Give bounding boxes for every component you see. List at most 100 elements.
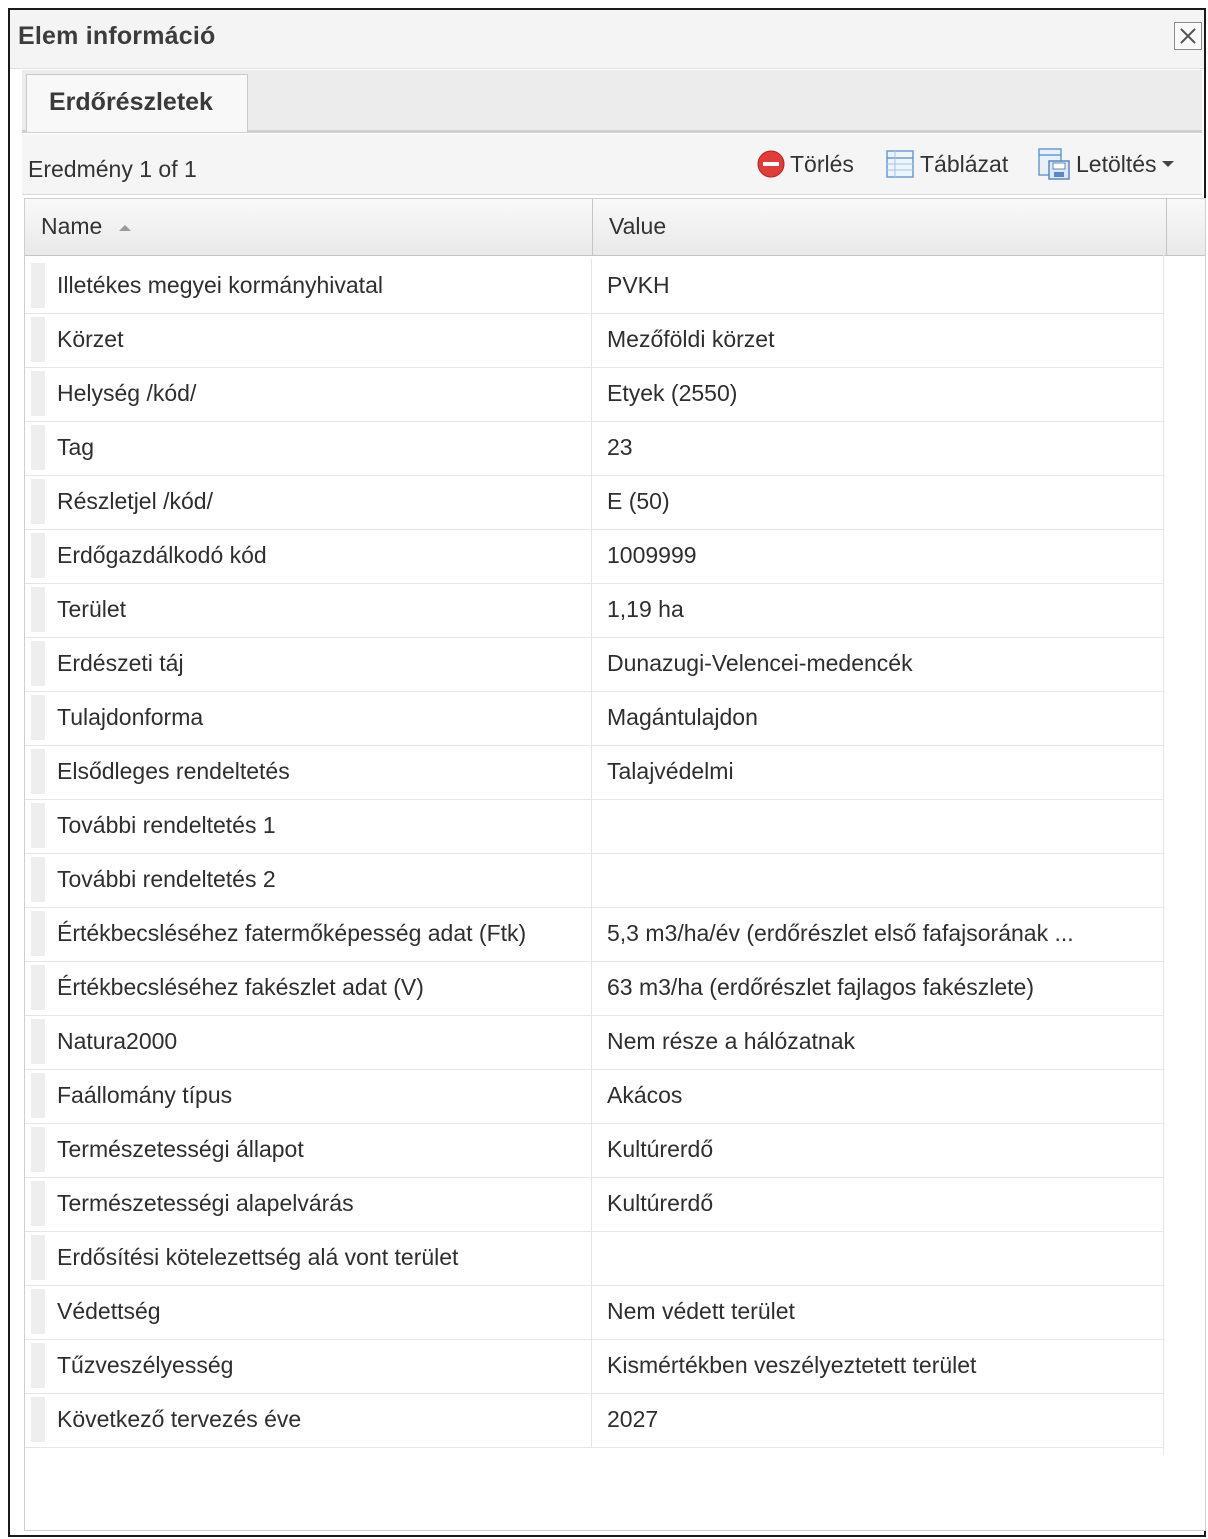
column-divider	[591, 421, 592, 475]
row-marker	[31, 857, 45, 902]
table-row[interactable]: Erdészeti táj Dunazugi-Velencei-medencék	[25, 637, 1163, 692]
table-row[interactable]: Elsődleges rendeltetés Talajvédelmi	[25, 745, 1163, 800]
row-marker	[31, 263, 45, 308]
row-value-cell: 23	[607, 434, 633, 460]
row-marker	[31, 1127, 45, 1172]
element-info-window: Elem információ Erdőrészletek Eredmény 1…	[8, 8, 1206, 1537]
row-name-cell: Védettség	[57, 1298, 161, 1324]
download-button[interactable]: Letöltés	[1036, 148, 1175, 180]
result-count: Eredmény 1 of 1	[28, 156, 197, 182]
row-value-cell: 2027	[607, 1406, 659, 1432]
column-header-value[interactable]: Value	[593, 199, 1167, 255]
table-row[interactable]: Faállomány típus Akácos	[25, 1069, 1163, 1124]
delete-icon	[757, 150, 785, 178]
table-row[interactable]: Értékbecsléséhez fatermőképesség adat (F…	[25, 907, 1163, 962]
row-name-cell: Értékbecsléséhez fatermőképesség adat (F…	[57, 920, 527, 946]
table-row[interactable]: Tulajdonforma Magántulajdon	[25, 691, 1163, 746]
row-name-cell: Természetességi alapelvárás	[57, 1190, 354, 1216]
tab-erdoreszletek[interactable]: Erdőrészletek	[26, 74, 248, 132]
table-row[interactable]: További rendeltetés 2	[25, 853, 1163, 908]
table-row[interactable]: További rendeltetés 1	[25, 799, 1163, 854]
table-row[interactable]: Natura2000 Nem része a hálózatnak	[25, 1015, 1163, 1070]
column-divider	[591, 1285, 592, 1339]
table-row[interactable]: Erdőgazdálkodó kód 1009999	[25, 529, 1163, 584]
column-divider	[591, 637, 592, 691]
column-divider	[591, 907, 592, 961]
table-row[interactable]: Terület 1,19 ha	[25, 583, 1163, 638]
column-divider	[591, 1015, 592, 1069]
grid-scroll-gutter	[1163, 255, 1164, 1455]
column-divider	[591, 691, 592, 745]
row-name-cell: További rendeltetés 2	[57, 866, 276, 892]
row-name-cell: Tulajdonforma	[57, 704, 204, 730]
row-marker	[31, 911, 45, 956]
row-marker	[31, 1073, 45, 1118]
column-divider	[591, 259, 592, 313]
table-row[interactable]: Részletjel /kód/E (50)	[25, 475, 1163, 530]
chevron-down-icon[interactable]	[1161, 159, 1175, 169]
table-row[interactable]: Körzet Mezőföldi körzet	[25, 313, 1163, 368]
table-row[interactable]: Értékbecsléséhez fakészlet adat (V) 63 m3…	[25, 961, 1163, 1016]
row-name-cell: Illetékes megyei kormányhivatal	[57, 272, 383, 298]
column-header-name[interactable]: Name	[25, 199, 593, 255]
row-value-cell: Talajvédelmi	[607, 758, 734, 784]
table-row[interactable]: Következő tervezés éve 2027	[25, 1393, 1163, 1448]
row-value-cell: 1009999	[607, 542, 697, 568]
tab-strip: Erdőrészletek	[22, 70, 1202, 133]
row-marker	[31, 371, 45, 416]
column-divider	[591, 1123, 592, 1177]
row-marker	[31, 1343, 45, 1388]
row-marker	[31, 587, 45, 632]
row-name-cell: Erdősítési kötelezettség alá vont terüle…	[57, 1244, 459, 1270]
column-divider	[591, 1231, 592, 1285]
row-marker	[31, 1235, 45, 1280]
table-row[interactable]: Védettség Nem védett terület	[25, 1285, 1163, 1340]
table-row[interactable]: Erdősítési kötelezettség alá vont terüle…	[25, 1231, 1163, 1286]
row-marker	[31, 1397, 45, 1442]
tab-label: Erdőrészletek	[49, 88, 213, 116]
table-row[interactable]: Helység /kód/Etyek (2550)	[25, 367, 1163, 422]
delete-button[interactable]: Törlés	[756, 148, 854, 180]
row-value-cell: Akácos	[607, 1082, 683, 1108]
info-grid: Name Value Illetékes megyei kormányhivat…	[24, 198, 1206, 1531]
row-marker	[31, 695, 45, 740]
table-row[interactable]: Természetességi alapelvárás Kultúrerdő	[25, 1177, 1163, 1232]
table-row[interactable]: Természetességi állapot Kultúrerdő	[25, 1123, 1163, 1178]
row-value-cell: E (50)	[607, 488, 670, 514]
column-divider	[591, 1069, 592, 1123]
table-label: Táblázat	[920, 150, 1009, 177]
row-name-cell: Terület	[57, 596, 127, 622]
column-divider	[591, 583, 592, 637]
table-row[interactable]: Tűzveszélyesség Kismértékben veszélyeztet…	[25, 1339, 1163, 1394]
results-toolbar: Eredmény 1 of 1 Törlés Táblázat Letöltés	[22, 134, 1202, 195]
row-name-cell: Következő tervezés éve	[57, 1406, 302, 1432]
row-name-cell: Részletjel /kód/	[57, 488, 213, 514]
column-name-label: Name	[41, 213, 103, 239]
row-name-cell: Értékbecsléséhez fakészlet adat (V)	[57, 974, 424, 1000]
grid-header: Name Value	[25, 199, 1205, 256]
column-divider	[591, 961, 592, 1015]
table-row[interactable]: Illetékes megyei kormányhivatal PVKH	[25, 259, 1163, 314]
row-value-cell: Kismértékben veszélyeztetett terület	[607, 1352, 977, 1378]
row-marker	[31, 1019, 45, 1064]
table-row[interactable]: Tag 23	[25, 421, 1163, 476]
table-button[interactable]: Táblázat	[884, 148, 1008, 180]
row-value-cell: Dunazugi-Velencei-medencék	[607, 650, 913, 676]
download-label: Letöltés	[1076, 150, 1157, 177]
column-divider	[591, 1177, 592, 1231]
row-value-cell: Nem része a hálózatnak	[607, 1028, 856, 1054]
row-value-cell: 1,19 ha	[607, 596, 684, 622]
row-name-cell: Tűzveszélyesség	[57, 1352, 234, 1378]
row-value-cell: 5,3 m3/ha/év (erdőrészlet első fafajsorá…	[607, 920, 1074, 946]
column-divider	[591, 529, 592, 583]
row-name-cell: Körzet	[57, 326, 124, 352]
row-marker	[31, 749, 45, 794]
column-divider	[591, 367, 592, 421]
row-name-cell: Erdészeti táj	[57, 650, 184, 676]
row-name-cell: Faállomány típus	[57, 1082, 233, 1108]
column-divider	[591, 853, 592, 907]
column-divider	[591, 1339, 592, 1393]
sort-ascending-icon	[118, 224, 131, 231]
column-divider	[591, 313, 592, 367]
close-button[interactable]	[1174, 22, 1202, 50]
